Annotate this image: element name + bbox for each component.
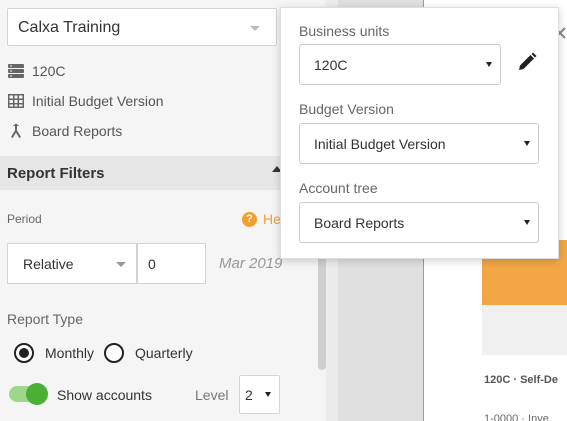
business-units-value: 120C	[314, 57, 348, 73]
show-accounts-label: Show accounts	[57, 387, 152, 403]
server-icon	[8, 64, 24, 78]
radio-monthly[interactable]: Monthly	[14, 343, 94, 363]
chevron-down-icon	[265, 392, 271, 397]
chevron-down-icon	[524, 141, 530, 146]
radio-selected-icon[interactable]	[14, 343, 34, 363]
report-line-1: 120C · Self-De	[484, 374, 558, 386]
report-filters-header[interactable]: Report Filters	[0, 156, 323, 190]
help-label: He	[263, 211, 281, 227]
company-select[interactable]: Calxa Training	[7, 8, 277, 46]
chevron-down-icon	[250, 26, 260, 31]
radio-unselected-icon[interactable]	[104, 343, 124, 363]
business-units-select[interactable]: 120C	[299, 44, 501, 85]
radio-monthly-label: Monthly	[45, 345, 95, 361]
budget-version-select[interactable]: Initial Budget Version	[299, 123, 539, 164]
account-tree-value: Board Reports	[314, 215, 405, 231]
radio-quarterly-label: Quarterly	[135, 345, 193, 361]
period-type-select[interactable]: Relative	[7, 243, 137, 284]
business-unit-label: 120C	[32, 63, 66, 79]
toggle-knob	[26, 383, 48, 405]
report-type-label: Report Type	[7, 311, 84, 327]
level-select[interactable]: 2	[239, 375, 280, 414]
chevron-down-icon	[486, 62, 492, 67]
level-value: 2	[245, 387, 253, 403]
context-budget-version[interactable]: Initial Budget Version	[8, 91, 164, 111]
sidebar: Calxa Training 120C Initial Budget Versi…	[0, 0, 323, 421]
chevron-down-icon	[116, 262, 126, 267]
help-question-icon: ?	[242, 211, 257, 227]
context-account-tree[interactable]: Board Reports	[8, 121, 122, 141]
level-label: Level	[195, 387, 229, 403]
account-tree-popover-label: Account tree	[299, 180, 378, 196]
company-name: Calxa Training	[18, 19, 121, 36]
show-accounts-toggle[interactable]	[9, 383, 48, 405]
budget-version-value: Initial Budget Version	[314, 136, 446, 152]
context-business-unit[interactable]: 120C	[8, 61, 65, 81]
report-subheader-band	[482, 305, 567, 355]
account-tree-label: Board Reports	[32, 123, 123, 139]
period-offset-value: 0	[148, 256, 156, 272]
period-type-value: Relative	[23, 256, 74, 272]
budget-version-popover-label: Budget Version	[299, 101, 394, 117]
context-popover: Business units 120C Budget Version Initi…	[280, 7, 559, 259]
account-tree-select[interactable]: Board Reports	[299, 202, 539, 243]
help-link[interactable]: ? He	[242, 211, 281, 227]
chevron-down-icon	[524, 220, 530, 225]
report-filters-title: Report Filters	[7, 165, 105, 182]
radio-quarterly[interactable]: Quarterly	[104, 343, 193, 363]
business-units-label: Business units	[299, 23, 390, 39]
period-offset-input[interactable]: 0	[137, 243, 206, 284]
budget-version-label: Initial Budget Version	[32, 93, 164, 109]
tree-branch-icon	[11, 123, 21, 138]
table-grid-icon	[8, 94, 24, 108]
pencil-edit-icon[interactable]	[517, 52, 537, 72]
period-date: Mar 2019	[219, 255, 283, 272]
period-label: Period	[7, 212, 42, 226]
report-line-2: 1-0000 · Inve	[484, 413, 549, 421]
